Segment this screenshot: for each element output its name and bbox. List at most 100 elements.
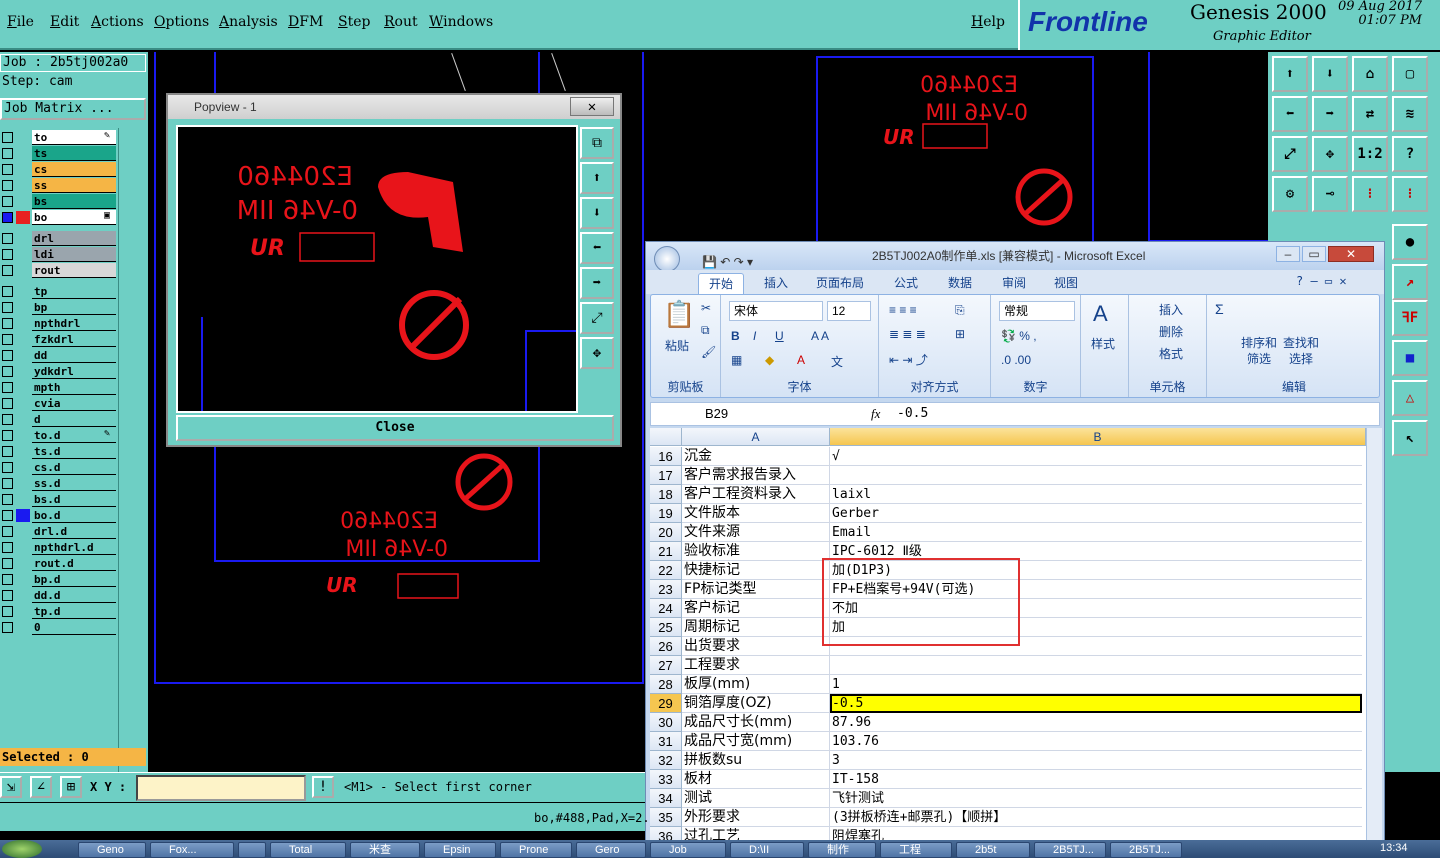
layer-row[interactable]: npthdrl (0, 316, 116, 331)
layer-scroll-area[interactable] (118, 128, 146, 798)
layer-checkbox[interactable] (2, 265, 13, 276)
record-icon[interactable]: ● (1392, 224, 1428, 260)
layer-name[interactable]: rout.d (32, 556, 116, 571)
cell-a[interactable]: 客户需求报告录入 (682, 466, 830, 485)
layer-row[interactable]: bp.d (0, 572, 116, 587)
cell-b[interactable]: 1 (830, 675, 1362, 694)
taskbar-item[interactable] (238, 842, 266, 858)
menu-actions[interactable]: Actions (91, 14, 144, 30)
spreadsheet-grid[interactable]: A B 16 沉金 √ 17 客户需求报告录入 18 客户工程资料录入 laixl 19 文件版本… (650, 428, 1366, 858)
popview-center-icon[interactable]: ✥ (580, 337, 614, 369)
row-number[interactable]: 26 (650, 637, 682, 656)
layer-checkbox[interactable] (2, 510, 13, 521)
layer-color-swatch[interactable] (16, 445, 30, 458)
warning-icon[interactable]: ! (312, 776, 334, 798)
measure-icon[interactable]: ⚙ (1272, 176, 1308, 212)
layer-checkbox[interactable] (2, 574, 13, 585)
layer-checkbox[interactable] (2, 233, 13, 244)
layer-checkbox[interactable] (2, 430, 13, 441)
taskbar-item[interactable]: Fox... (150, 842, 234, 858)
menu-edit[interactable]: Edit (50, 14, 79, 30)
xy-input[interactable] (136, 775, 306, 801)
layer-row[interactable]: dd.d (0, 588, 116, 603)
layer-row[interactable]: ts (0, 146, 116, 161)
zoom-area-icon[interactable]: ⇲ (0, 776, 22, 798)
layer-name[interactable]: bs.d (32, 492, 116, 507)
layer-row[interactable]: fzkdrl (0, 332, 116, 347)
home-icon[interactable]: ⌂ (1352, 56, 1388, 92)
row-number[interactable]: 29 (650, 694, 682, 713)
layer-color-swatch[interactable] (16, 349, 30, 362)
layer-color-swatch[interactable] (16, 365, 30, 378)
shapes-icon[interactable]: ■ (1392, 340, 1428, 376)
layer-color-swatch[interactable] (16, 163, 30, 176)
layer-color-swatch[interactable] (16, 195, 30, 208)
layer-checkbox[interactable] (2, 542, 13, 553)
taskbar-item[interactable]: Total (270, 842, 346, 858)
grid-icon[interactable]: ⊞ (60, 776, 82, 798)
layer-row[interactable]: d (0, 412, 116, 427)
layer-name[interactable]: cs.d (32, 460, 116, 475)
layer-row[interactable]: to ✎ (0, 130, 116, 145)
layer-color-swatch[interactable] (16, 477, 30, 490)
pan-down-icon[interactable]: ⬇ (1312, 56, 1348, 92)
row-number[interactable]: 35 (650, 808, 682, 827)
row-number[interactable]: 31 (650, 732, 682, 751)
layer-name[interactable]: cs (32, 162, 116, 177)
layer-checkbox[interactable] (2, 462, 13, 473)
layer-color-swatch[interactable] (16, 397, 30, 410)
taskbar-item[interactable]: Gero (576, 842, 646, 858)
office-button-icon[interactable] (654, 246, 680, 272)
layer-checkbox[interactable] (2, 164, 13, 175)
cell-b[interactable]: 103.76 (830, 732, 1362, 751)
find-select-button[interactable]: 查找和 选择 (1283, 335, 1319, 367)
angle-icon[interactable]: ∠ (30, 776, 52, 798)
layer-color-swatch[interactable] (16, 429, 30, 442)
row-number[interactable]: 32 (650, 751, 682, 770)
layer-name[interactable]: mpth (32, 380, 116, 395)
layer-row[interactable]: 0 (0, 620, 116, 635)
delete-cells-button[interactable]: 删除 (1159, 323, 1183, 340)
row-number[interactable]: 18 (650, 485, 682, 504)
tab-view[interactable]: 视图 (1044, 273, 1088, 294)
layer-color-swatch[interactable] (16, 381, 30, 394)
layer-checkbox[interactable] (2, 558, 13, 569)
layer-name[interactable]: drl.d (32, 524, 116, 539)
layer-color-swatch[interactable] (16, 179, 30, 192)
layer-row[interactable]: bo ▣ (0, 210, 116, 225)
popview-copy-icon[interactable]: ⧉ (580, 127, 614, 159)
start-button[interactable] (2, 840, 42, 858)
layer-name[interactable]: bp (32, 300, 116, 315)
layer-row[interactable]: tp (0, 284, 116, 299)
taskbar-item[interactable]: 2B5TJ... (1110, 842, 1182, 858)
menu-analysis[interactable]: Analysis (219, 14, 278, 30)
layer-checkbox[interactable] (2, 366, 13, 377)
cell-b[interactable]: IT-158 (830, 770, 1362, 789)
menu-step[interactable]: Step (338, 14, 370, 30)
sort-filter-button[interactable]: 排序和 筛选 (1241, 335, 1277, 367)
cell-a[interactable]: 拼板数su (682, 751, 830, 770)
paste-icon[interactable]: 📋 (663, 299, 695, 330)
layer-checkbox[interactable] (2, 249, 13, 260)
layer-color-swatch[interactable] (16, 493, 30, 506)
cell-b[interactable]: 87.96 (830, 713, 1362, 732)
layer-checkbox[interactable] (2, 286, 13, 297)
row-number[interactable]: 27 (650, 656, 682, 675)
cell-a[interactable]: 工程要求 (682, 656, 830, 675)
cell-a[interactable]: 验收标准 (682, 542, 830, 561)
layer-row[interactable]: rout (0, 263, 116, 278)
layer-color-swatch[interactable] (16, 605, 30, 618)
layer-row[interactable]: rout.d (0, 556, 116, 571)
cell-a[interactable]: 快捷标记 (682, 561, 830, 580)
vertical-scrollbar[interactable] (1366, 428, 1382, 858)
taskbar-item[interactable]: Prone (500, 842, 572, 858)
cell-a[interactable]: 测试 (682, 789, 830, 808)
layer-name[interactable]: fzkdrl (32, 332, 116, 347)
help-icon-excel[interactable]: ? – ▭ ✕ (1296, 274, 1347, 288)
snap-icon[interactable]: ⁝ (1352, 176, 1388, 212)
layer-row[interactable]: ts.d (0, 444, 116, 459)
popview-canvas[interactable]: E204460 0-V46 IIM UR (176, 125, 578, 413)
layer-row[interactable]: bs (0, 194, 116, 209)
fx-icon[interactable]: fx (871, 406, 880, 422)
row-number[interactable]: 30 (650, 713, 682, 732)
